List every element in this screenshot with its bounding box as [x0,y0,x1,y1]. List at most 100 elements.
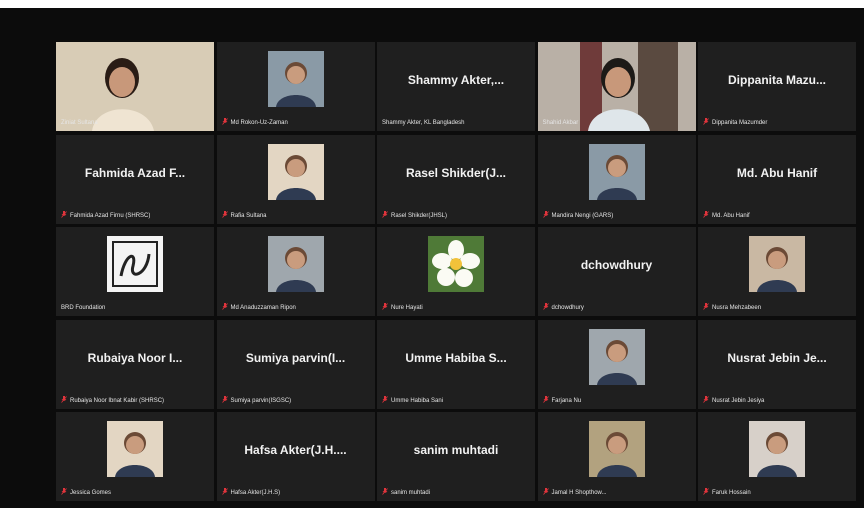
participant-tile[interactable]: Rubaiya Noor I... Rubaiya Noor Ibnat Kab… [56,319,214,409]
participant-label-text: Fahmida Azad Firnu (SHRSC) [70,212,151,219]
participant-label-text: Shahid Akbar [542,120,579,126]
participant-tile[interactable]: Dippanita Mazu... Dippanita Mazumder [698,42,856,131]
participant-video [537,42,696,131]
participant-label-text: Jamal H Shopthow... [551,490,607,496]
participant-tile[interactable]: Md Rokon-Uz-Zaman [216,42,375,131]
participant-tile[interactable]: Faruk Hossain [698,412,856,501]
participant-display-name: Rasel Shikder(J... [405,165,507,180]
participant-name-label: Umme Habiba Sani [382,395,529,405]
participant-photo [107,421,163,477]
participant-tile[interactable]: Mandira Nengi (GARS) [537,134,696,224]
participant-label-text: Md Rokon-Uz-Zaman [230,120,288,126]
participant-display-name: Fahmida Azad F... [84,165,186,180]
participant-tile[interactable]: Ziniat Sultana [56,42,214,131]
participant-tile[interactable]: Nusrat Jebin Je... Nusrat Jebin Jesiya [698,319,856,409]
participant-tile[interactable]: Shahid Akbar [537,42,696,131]
participant-display-name: Hafsa Akter(J.H.... [244,443,347,457]
mic-muted-icon [221,488,228,495]
participant-label-text: Nusra Mehzabeen [712,305,762,311]
participant-tile[interactable]: dchowdhury dchowdhury [537,227,696,316]
participant-avatar [588,328,645,385]
participant-avatar [267,143,324,200]
participant-name-label: Mandira Nengi (GARS) [542,210,690,220]
participant-display-name: Shammy Akter,... [407,73,505,87]
participant-name-label: Nure Hayati [382,303,529,312]
participant-tile[interactable]: Fahmida Azad F... Fahmida Azad Firnu (SH… [56,134,214,224]
participant-display-name: Rubaiya Noor I... [87,350,183,365]
participant-tile[interactable]: Jamal H Shopthow... [537,412,696,501]
mic-muted-icon [61,488,67,495]
mic-muted-icon [382,210,388,218]
participant-label-text: Rafia Sultana [230,212,267,219]
mic-muted-icon [382,488,388,495]
participant-label-text: Nure Hayati [391,305,423,311]
participant-photo [267,51,324,107]
participant-tile[interactable]: Md Anaduzzaman Ripon [216,227,375,316]
participant-label-text: Shammy Akter, KL Bangladesh [382,120,465,126]
mic-muted-icon [703,303,709,310]
participant-name-label: Md Rokon-Uz-Zaman [221,118,369,127]
participant-avatar [588,143,645,200]
participant-avatar [267,236,324,292]
mic-muted-icon [221,118,228,125]
participant-avatar [107,421,163,477]
mic-muted-icon [221,303,228,310]
mic-muted-icon [61,210,67,218]
participant-tile[interactable]: BRD Foundation [56,227,214,316]
participant-display-name: Dippanita Mazu... [727,73,826,87]
mic-muted-icon [382,395,388,403]
participant-video-frame [537,42,696,131]
mic-muted-icon [542,210,549,218]
mic-muted-icon [542,488,549,495]
participant-avatar [428,236,484,292]
mic-muted-icon [703,488,709,495]
participant-name-label: Jessica Gomes [61,488,208,497]
participant-gallery: Ziniat Sultana Md Rokon-Uz-Zaman Shammy A… [56,42,860,506]
participant-name-label: Shahid Akbar [543,119,690,127]
participant-avatar [107,236,163,292]
participant-name-label: Nusrat Jebin Jesiya [703,395,850,405]
participant-display-name: Sumiya parvin(I... [245,350,346,365]
participant-name-label: Nusra Mehzabeen [703,303,850,312]
participant-avatar [749,236,805,292]
participant-name-label: Md. Abu Hanif [703,210,850,220]
participant-tile[interactable]: Farjana Nu [537,319,696,409]
participant-tile[interactable]: Rasel Shikder(J... Rasel Shikder(JHSL) [377,134,535,224]
participant-label-text: Sumiya parvin(ISGSC) [230,397,292,404]
participant-name-label: Md Anaduzzaman Ripon [221,303,369,312]
participant-tile[interactable]: Md. Abu Hanif Md. Abu Hanif [698,134,856,224]
participant-label-text: Hafsa Akter(J.H.S) [230,490,281,496]
participant-name-label: BRD Foundation [61,304,208,312]
participant-name-label: Rafia Sultana [221,210,369,220]
participant-photo [267,236,324,292]
participant-tile[interactable]: sanim muhtadi sanim muhtadi [377,412,535,501]
mic-muted-icon [221,395,228,403]
participant-avatar [267,51,324,107]
participant-tile[interactable]: Nure Hayati [377,227,535,316]
participant-display-name: Md. Abu Hanif [736,165,818,180]
participant-tile[interactable]: Hafsa Akter(J.H.... Hafsa Akter(J.H.S) [216,412,375,501]
participant-label-text: BRD Foundation [61,305,106,311]
participant-tile[interactable]: Shammy Akter,... Shammy Akter, KL Banglad… [377,42,535,131]
meeting-window: Ziniat Sultana Md Rokon-Uz-Zaman Shammy A… [0,8,864,508]
participant-name-label: Hafsa Akter(J.H.S) [221,488,369,497]
participant-tile[interactable]: Umme Habiba S... Umme Habiba Sani [377,319,535,409]
participant-avatar [588,421,645,477]
participant-tile[interactable]: Jessica Gomes [56,412,214,501]
mic-muted-icon [703,395,709,403]
foundation-logo-icon [107,236,163,292]
mic-muted-icon [221,210,228,218]
participant-photo [588,421,645,477]
participant-name-label: Rasel Shikder(JHSL) [382,210,529,220]
participant-name-label: Farjana Nu [542,395,690,405]
participant-tile[interactable]: Rafia Sultana [216,134,375,224]
participant-photo [588,143,645,200]
mic-muted-icon [703,118,709,125]
participant-tile[interactable]: Sumiya parvin(I... Sumiya parvin(ISGSC) [216,319,375,409]
participant-display-name: Nusrat Jebin Je... [727,350,827,365]
participant-label-text: Ziniat Sultana [61,120,98,126]
participant-label-text: Faruk Hossain [712,490,751,496]
participant-name-label: Dippanita Mazumder [703,118,850,127]
participant-tile[interactable]: Nusra Mehzabeen [698,227,856,316]
participant-photo [267,143,324,200]
